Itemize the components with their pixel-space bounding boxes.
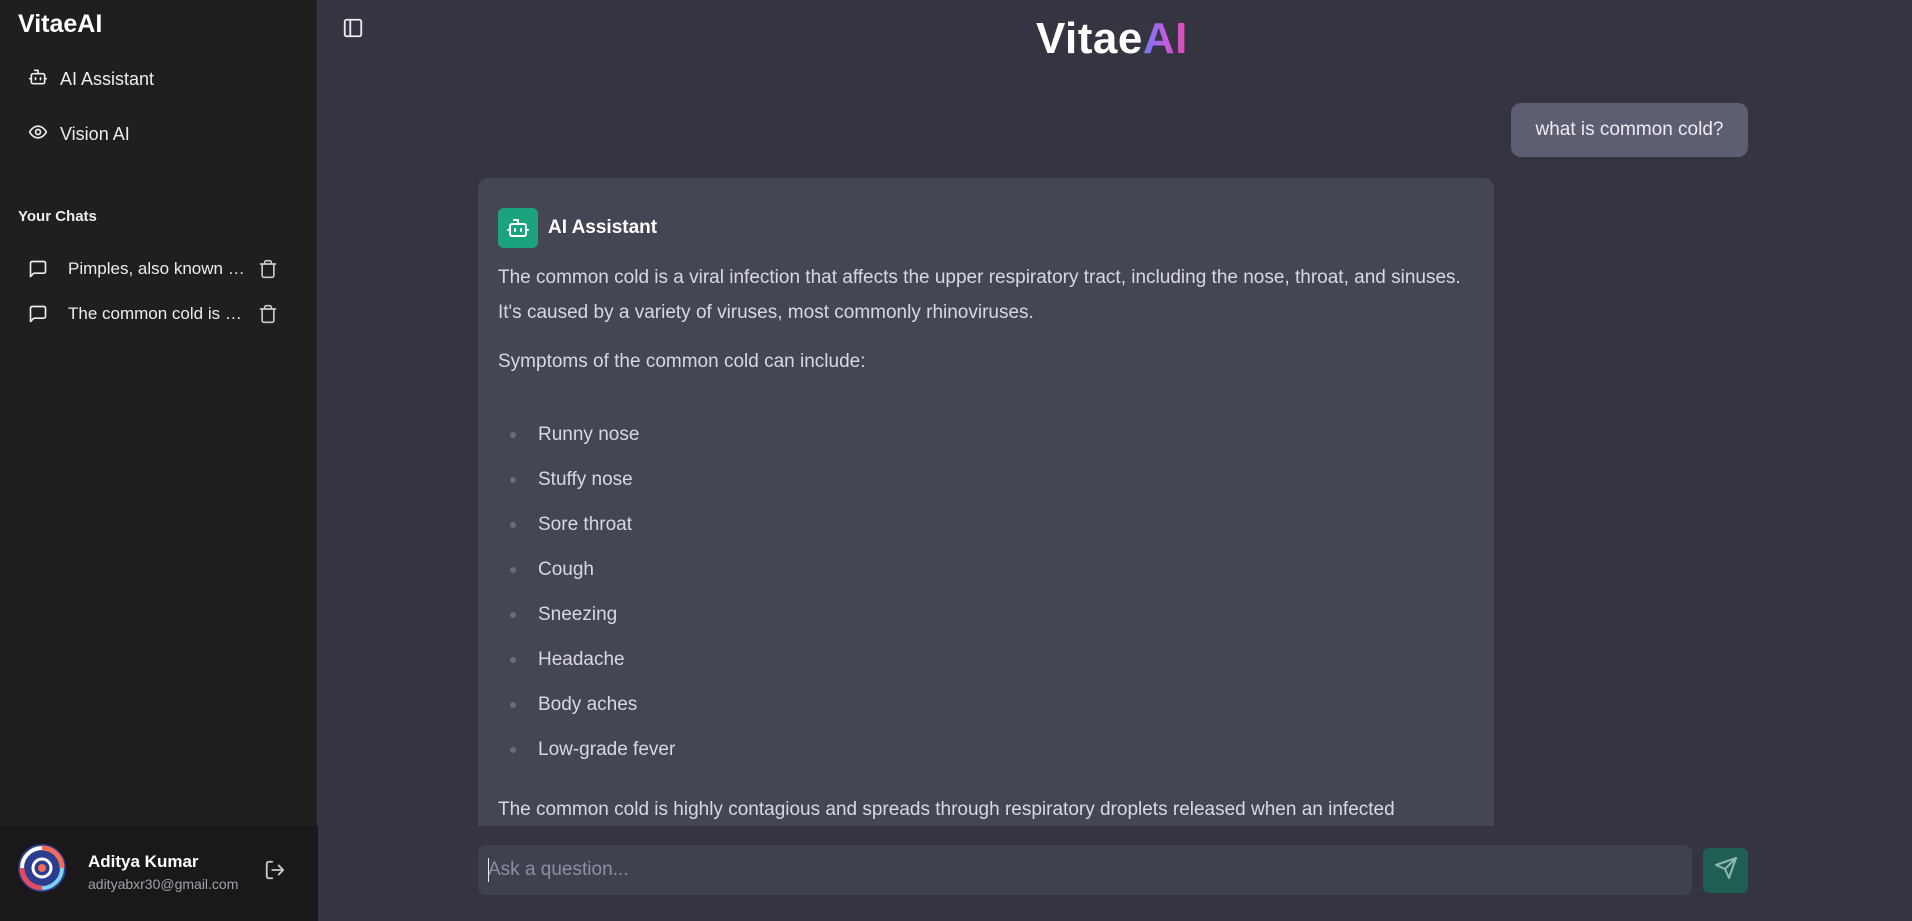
list-item-text: Headache <box>538 648 625 670</box>
user-profile: Aditya Kumar adityabxr30@gmail.com <box>0 826 318 921</box>
bullet-dot <box>510 566 516 573</box>
bot-icon <box>28 67 48 92</box>
sidebar-item-label: Vision AI <box>60 123 130 144</box>
sidebar-item-ai-assistant[interactable]: AI Assistant <box>28 64 154 94</box>
send-button[interactable] <box>1703 848 1748 893</box>
sidebar: VitaeAI AI Assistant Vision AI Your Chat… <box>0 0 318 921</box>
user-name: Aditya Kumar <box>88 852 199 871</box>
assistant-message-bubble: AI Assistant The common cold is a viral … <box>478 178 1494 826</box>
list-item-text: Sneezing <box>538 603 618 625</box>
chat-input-container <box>478 845 1692 895</box>
sidebar-item-label: AI Assistant <box>60 68 155 89</box>
list-item-text: Sore throat <box>538 513 632 535</box>
list-item: Stuffy nose <box>498 457 675 502</box>
assistant-paragraph: The common cold is highly contagious and… <box>498 799 1395 820</box>
list-item: Sore throat <box>498 502 675 547</box>
assistant-header: AI Assistant <box>498 208 657 248</box>
bot-avatar-icon <box>498 208 538 248</box>
page-title-part2: AI <box>1142 14 1188 63</box>
bullet-dot <box>510 746 516 753</box>
chat-history-item[interactable]: Pimples, also known as acne <box>28 252 290 286</box>
page-title: VitaeAI <box>1036 14 1188 64</box>
your-chats-heading: Your Chats <box>18 208 97 225</box>
bullet-dot <box>510 521 516 528</box>
trash-icon[interactable] <box>258 259 278 279</box>
text-caret <box>488 858 489 882</box>
list-item: Headache <box>498 637 675 682</box>
list-item: Body aches <box>498 682 675 727</box>
message-square-icon <box>28 259 48 279</box>
user-message-bubble: what is common cold? <box>1511 103 1748 157</box>
bullet-dot <box>510 701 516 708</box>
question-input[interactable] <box>478 845 1692 895</box>
eye-icon <box>28 122 48 147</box>
message-square-icon <box>28 304 48 324</box>
page-title-part1: Vitae <box>1036 14 1143 63</box>
list-item: Runny nose <box>498 412 675 457</box>
list-item-text: Stuffy nose <box>538 468 633 490</box>
avatar[interactable] <box>18 844 66 892</box>
list-item-text: Body aches <box>538 693 638 715</box>
list-item: Sneezing <box>498 592 675 637</box>
send-icon <box>1714 856 1738 885</box>
list-item-text: Cough <box>538 558 594 580</box>
list-item-text: Low-grade fever <box>538 738 676 760</box>
sidebar-brand: VitaeAI <box>18 10 103 38</box>
list-item-text: Runny nose <box>538 423 640 445</box>
bullet-dot <box>510 656 516 663</box>
logout-icon[interactable] <box>264 859 286 881</box>
bullet-dot <box>510 431 516 438</box>
list-item: Low-grade fever <box>498 727 675 772</box>
chat-history-item[interactable]: The common cold is a viral infection <box>28 297 290 331</box>
chat-title: The common cold is a viral infection <box>68 304 250 323</box>
assistant-paragraph: Symptoms of the common cold can include: <box>498 351 866 372</box>
list-item: Cough <box>498 547 675 592</box>
assistant-name: AI Assistant <box>548 217 658 238</box>
user-email: adityabxr30@gmail.com <box>88 876 239 892</box>
user-message-text: what is common cold? <box>1535 119 1724 140</box>
chat-title: Pimples, also known as acne <box>68 259 250 278</box>
sidebar-item-vision-ai[interactable]: Vision AI <box>28 119 130 149</box>
bullet-dot <box>510 476 516 483</box>
sidebar-toggle-icon[interactable] <box>342 17 364 39</box>
symptom-list: Runny nose Stuffy nose Sore throat Cough… <box>498 412 675 772</box>
bullet-dot <box>510 611 516 618</box>
trash-icon[interactable] <box>258 304 278 324</box>
assistant-paragraph: The common cold is a viral infection tha… <box>498 267 1461 323</box>
